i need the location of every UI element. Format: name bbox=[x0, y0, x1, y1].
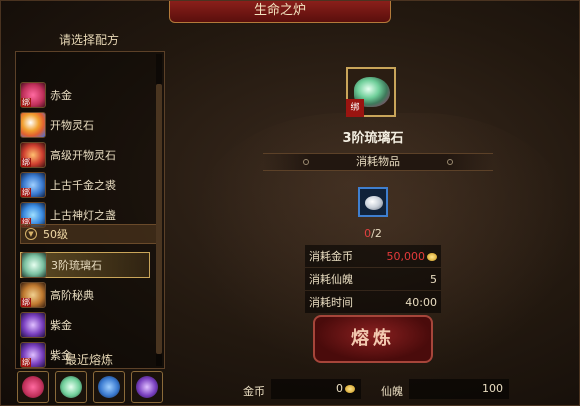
book-icon: 绑 bbox=[20, 282, 46, 308]
recipe-panel: 请选择配方 绑 赤金 开物灵石 绑 高级开物灵石 绑 上古千金之裘 绑 上古神灯… bbox=[9, 27, 169, 406]
resource-bar: 金币 0 仙魄 100 bbox=[173, 377, 580, 403]
scroll-thumb[interactable] bbox=[156, 84, 162, 354]
bound-tag: 绑 bbox=[21, 98, 31, 107]
soul-label: 仙魄 bbox=[381, 385, 403, 398]
gem-icon: 绑 bbox=[20, 82, 46, 108]
recent-slot[interactable] bbox=[17, 371, 49, 403]
orb-icon bbox=[20, 112, 46, 138]
recent-slot[interactable] bbox=[131, 371, 163, 403]
cost-value: 50,000 bbox=[386, 249, 426, 263]
recipe-item[interactable]: 绑 上古千金之裘 bbox=[20, 172, 150, 198]
recipe-item[interactable]: 绑 高级开物灵石 bbox=[20, 142, 150, 168]
cost-value: 5 bbox=[430, 272, 437, 286]
level-group-header[interactable]: ▼ 50级 bbox=[20, 224, 160, 244]
consume-section-header: 消耗物品 bbox=[263, 153, 493, 171]
fire-stone-icon: 绑 bbox=[20, 142, 46, 168]
recipe-label: 赤金 bbox=[50, 89, 72, 102]
purple-orb-icon bbox=[20, 312, 46, 338]
recipe-label: 高级开物灵石 bbox=[50, 149, 116, 162]
gem-icon bbox=[22, 376, 44, 398]
recent-slot[interactable] bbox=[55, 371, 87, 403]
recipe-label: 上古千金之裘 bbox=[50, 179, 116, 192]
target-item-name: 3阶琉璃石 bbox=[342, 131, 404, 146]
gold-value-box: 0 bbox=[271, 379, 361, 399]
coin-icon bbox=[345, 385, 355, 393]
recipe-label: 3阶琉璃石 bbox=[51, 259, 102, 272]
glass-stone-icon bbox=[60, 376, 82, 398]
ornament-dot-icon bbox=[447, 159, 453, 165]
gold-value: 0 bbox=[336, 382, 343, 395]
recipe-item-selected[interactable]: 3阶琉璃石 bbox=[20, 252, 150, 278]
bound-tag: 绑 bbox=[21, 298, 31, 307]
material-slot[interactable] bbox=[358, 187, 388, 217]
recipe-label: 高阶秘典 bbox=[50, 289, 94, 302]
soul-value: 100 bbox=[409, 379, 509, 399]
robe-icon: 绑 bbox=[20, 172, 46, 198]
recipe-item[interactable]: 紫金 bbox=[20, 312, 150, 338]
recipe-label: 开物灵石 bbox=[50, 119, 94, 132]
cost-row-soul: 消耗仙魄 5 bbox=[305, 268, 441, 290]
cost-value: 40:00 bbox=[405, 295, 437, 309]
recipe-item[interactable]: 开物灵石 bbox=[20, 112, 150, 138]
cost-table: 消耗金币 50,000 消耗仙魄 5 消耗时间 40:00 bbox=[305, 245, 441, 314]
gold-label: 金币 bbox=[243, 385, 265, 398]
ornament-dot-icon bbox=[303, 159, 309, 165]
cost-row-gold: 消耗金币 50,000 bbox=[305, 245, 441, 267]
purple-orb-icon bbox=[136, 376, 158, 398]
cost-label: 消耗时间 bbox=[309, 296, 353, 309]
cost-row-time: 消耗时间 40:00 bbox=[305, 291, 441, 313]
cost-label: 消耗仙魄 bbox=[309, 273, 353, 286]
white-stone-icon bbox=[365, 196, 383, 210]
level-group-label: 50级 bbox=[43, 228, 68, 241]
bound-tag: 绑 bbox=[21, 158, 31, 167]
window-title: 生命之炉 bbox=[169, 1, 391, 23]
consume-section-title: 消耗物品 bbox=[356, 155, 400, 168]
recipe-item[interactable]: 绑 赤金 bbox=[20, 82, 150, 108]
glass-stone-icon bbox=[21, 252, 47, 278]
target-item-slot[interactable]: 绑 bbox=[346, 67, 396, 117]
cost-label: 消耗金币 bbox=[309, 250, 353, 263]
recipe-list[interactable]: 绑 赤金 开物灵石 绑 高级开物灵石 绑 上古千金之裘 绑 上古神灯之盏 ▼ 5… bbox=[15, 51, 165, 369]
forge-main: 绑 3阶琉璃石 消耗物品 0/2 消耗金币 50,000 消耗仙魄 5 消耗时间 bbox=[173, 23, 580, 406]
recent-title: 最近熔炼 bbox=[64, 353, 113, 367]
smelt-button[interactable]: 熔炼 bbox=[313, 315, 433, 363]
coin-icon bbox=[427, 252, 437, 261]
bound-tag: 绑 bbox=[21, 188, 31, 197]
material-count-need: /2 bbox=[371, 227, 382, 240]
recipe-label: 紫金 bbox=[50, 319, 72, 332]
forge-window: 生命之炉 请选择配方 绑 赤金 开物灵石 绑 高级开物灵石 绑 上古千金之裘 绑… bbox=[0, 0, 580, 406]
lamp-icon bbox=[98, 376, 120, 398]
recipe-label: 上古神灯之盏 bbox=[50, 209, 116, 222]
material-count: 0/2 bbox=[353, 227, 393, 240]
recent-slot[interactable] bbox=[93, 371, 125, 403]
chevron-down-icon: ▼ bbox=[25, 228, 37, 240]
recipe-item[interactable]: 绑 高阶秘典 bbox=[20, 282, 150, 308]
recipe-panel-title: 请选择配方 bbox=[58, 33, 119, 47]
recipe-scrollbar[interactable] bbox=[156, 54, 162, 366]
bound-tag: 绑 bbox=[346, 99, 364, 117]
